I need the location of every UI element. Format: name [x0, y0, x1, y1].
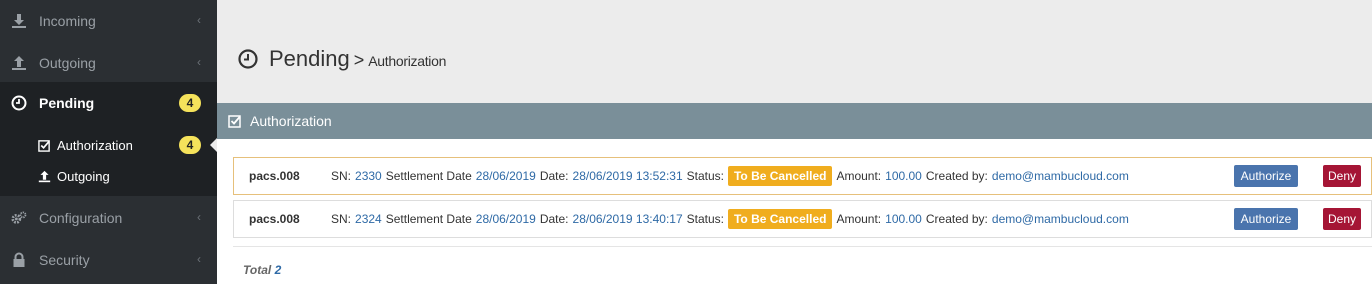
sidebar: Incoming ‹ Outgoing ‹ Pending 4 Authoriz… [0, 0, 217, 284]
lock-icon [11, 252, 27, 268]
authorization-count-badge: 4 [179, 136, 201, 154]
sidebar-item-security[interactable]: Security ‹ [0, 239, 217, 281]
clock-icon [238, 49, 258, 69]
created-by-label: Created by: [925, 169, 988, 183]
sidebar-item-configuration[interactable]: Configuration ‹ [0, 197, 217, 239]
message-type: pacs.008 [249, 212, 300, 226]
settlement-date-label: Settlement Date [385, 212, 472, 226]
upload-icon [11, 55, 27, 71]
authorize-button[interactable]: Authorize [1234, 208, 1298, 230]
total-value: 2 [274, 263, 282, 277]
date-value: 28/06/2019 13:52:31 [572, 169, 683, 183]
status-label: Status: [686, 169, 724, 183]
sidebar-item-label: Configuration [39, 210, 123, 226]
sidebar-item-incoming[interactable]: Incoming ‹ [0, 0, 217, 42]
total-label: Total [243, 263, 272, 277]
chevron-left-icon: ‹ [197, 210, 201, 224]
pending-count-badge: 4 [179, 94, 201, 112]
chevron-left-icon: ‹ [197, 13, 201, 27]
deny-button[interactable]: Deny [1323, 208, 1361, 230]
status-badge: To Be Cancelled [727, 209, 833, 229]
check-square-icon [228, 115, 241, 128]
sidebar-item-pending[interactable]: Pending 4 [0, 82, 217, 124]
settlement-date-value: 28/06/2019 [475, 212, 536, 226]
amount-value: 100.00 [885, 169, 922, 183]
table-row[interactable]: pacs.008 SN: 2330 Settlement Date 28/06/… [233, 157, 1372, 195]
sidebar-item-label: Security [39, 252, 90, 268]
page-subtitle: Authorization [368, 53, 447, 69]
status-badge: To Be Cancelled [727, 166, 833, 186]
amount-label: Amount: [836, 169, 882, 183]
panel-header: Authorization [217, 103, 1372, 139]
submenu-item-authorization[interactable]: Authorization 4 [0, 130, 217, 160]
submenu-item-label: Outgoing [57, 168, 110, 184]
message-type: pacs.008 [249, 169, 300, 183]
sn-label: SN: [331, 169, 352, 183]
status-label: Status: [686, 212, 724, 226]
submenu-item-outgoing[interactable]: Outgoing [0, 161, 217, 191]
upload-icon [37, 169, 51, 183]
amount-value: 100.00 [885, 212, 922, 226]
clock-icon [11, 95, 27, 111]
breadcrumb-separator: > [353, 50, 365, 70]
sidebar-item-label: Outgoing [39, 55, 96, 71]
panel-body: pacs.008 SN: 2330 Settlement Date 28/06/… [217, 139, 1372, 284]
cogs-icon [11, 210, 27, 226]
table-row[interactable]: pacs.008 SN: 2324 Settlement Date 28/06/… [233, 200, 1372, 238]
settlement-date-label: Settlement Date [385, 169, 472, 183]
sn-value: 2324 [355, 212, 382, 226]
date-label: Date: [539, 212, 569, 226]
sidebar-item-label: Incoming [39, 13, 96, 29]
submenu-item-label: Authorization [57, 137, 133, 153]
authorize-button[interactable]: Authorize [1234, 165, 1298, 187]
settlement-date-value: 28/06/2019 [475, 169, 536, 183]
check-square-icon [37, 138, 51, 152]
sn-label: SN: [331, 212, 352, 226]
chevron-left-icon: ‹ [197, 252, 201, 266]
created-by-link[interactable]: demo@mambucloud.com [992, 169, 1129, 183]
chevron-left-icon: ‹ [197, 55, 201, 69]
created-by-label: Created by: [925, 212, 988, 226]
page-title-main: Pending [269, 46, 350, 71]
download-icon [11, 13, 27, 29]
sidebar-item-outgoing[interactable]: Outgoing ‹ [0, 42, 217, 84]
date-value: 28/06/2019 13:40:17 [572, 212, 683, 226]
sidebar-item-label: Pending [39, 95, 95, 111]
total-count: Total 2 [243, 263, 281, 277]
date-label: Date: [539, 169, 569, 183]
panel-title: Authorization [250, 113, 332, 129]
main-content: Pending > Authorization Authorization pa… [217, 0, 1372, 284]
amount-label: Amount: [836, 212, 882, 226]
pending-submenu: Authorization 4 Outgoing [0, 124, 217, 196]
divider [233, 246, 1372, 247]
page-title: Pending > Authorization [237, 46, 446, 72]
sn-value: 2330 [355, 169, 382, 183]
created-by-link[interactable]: demo@mambucloud.com [992, 212, 1129, 226]
deny-button[interactable]: Deny [1323, 165, 1361, 187]
